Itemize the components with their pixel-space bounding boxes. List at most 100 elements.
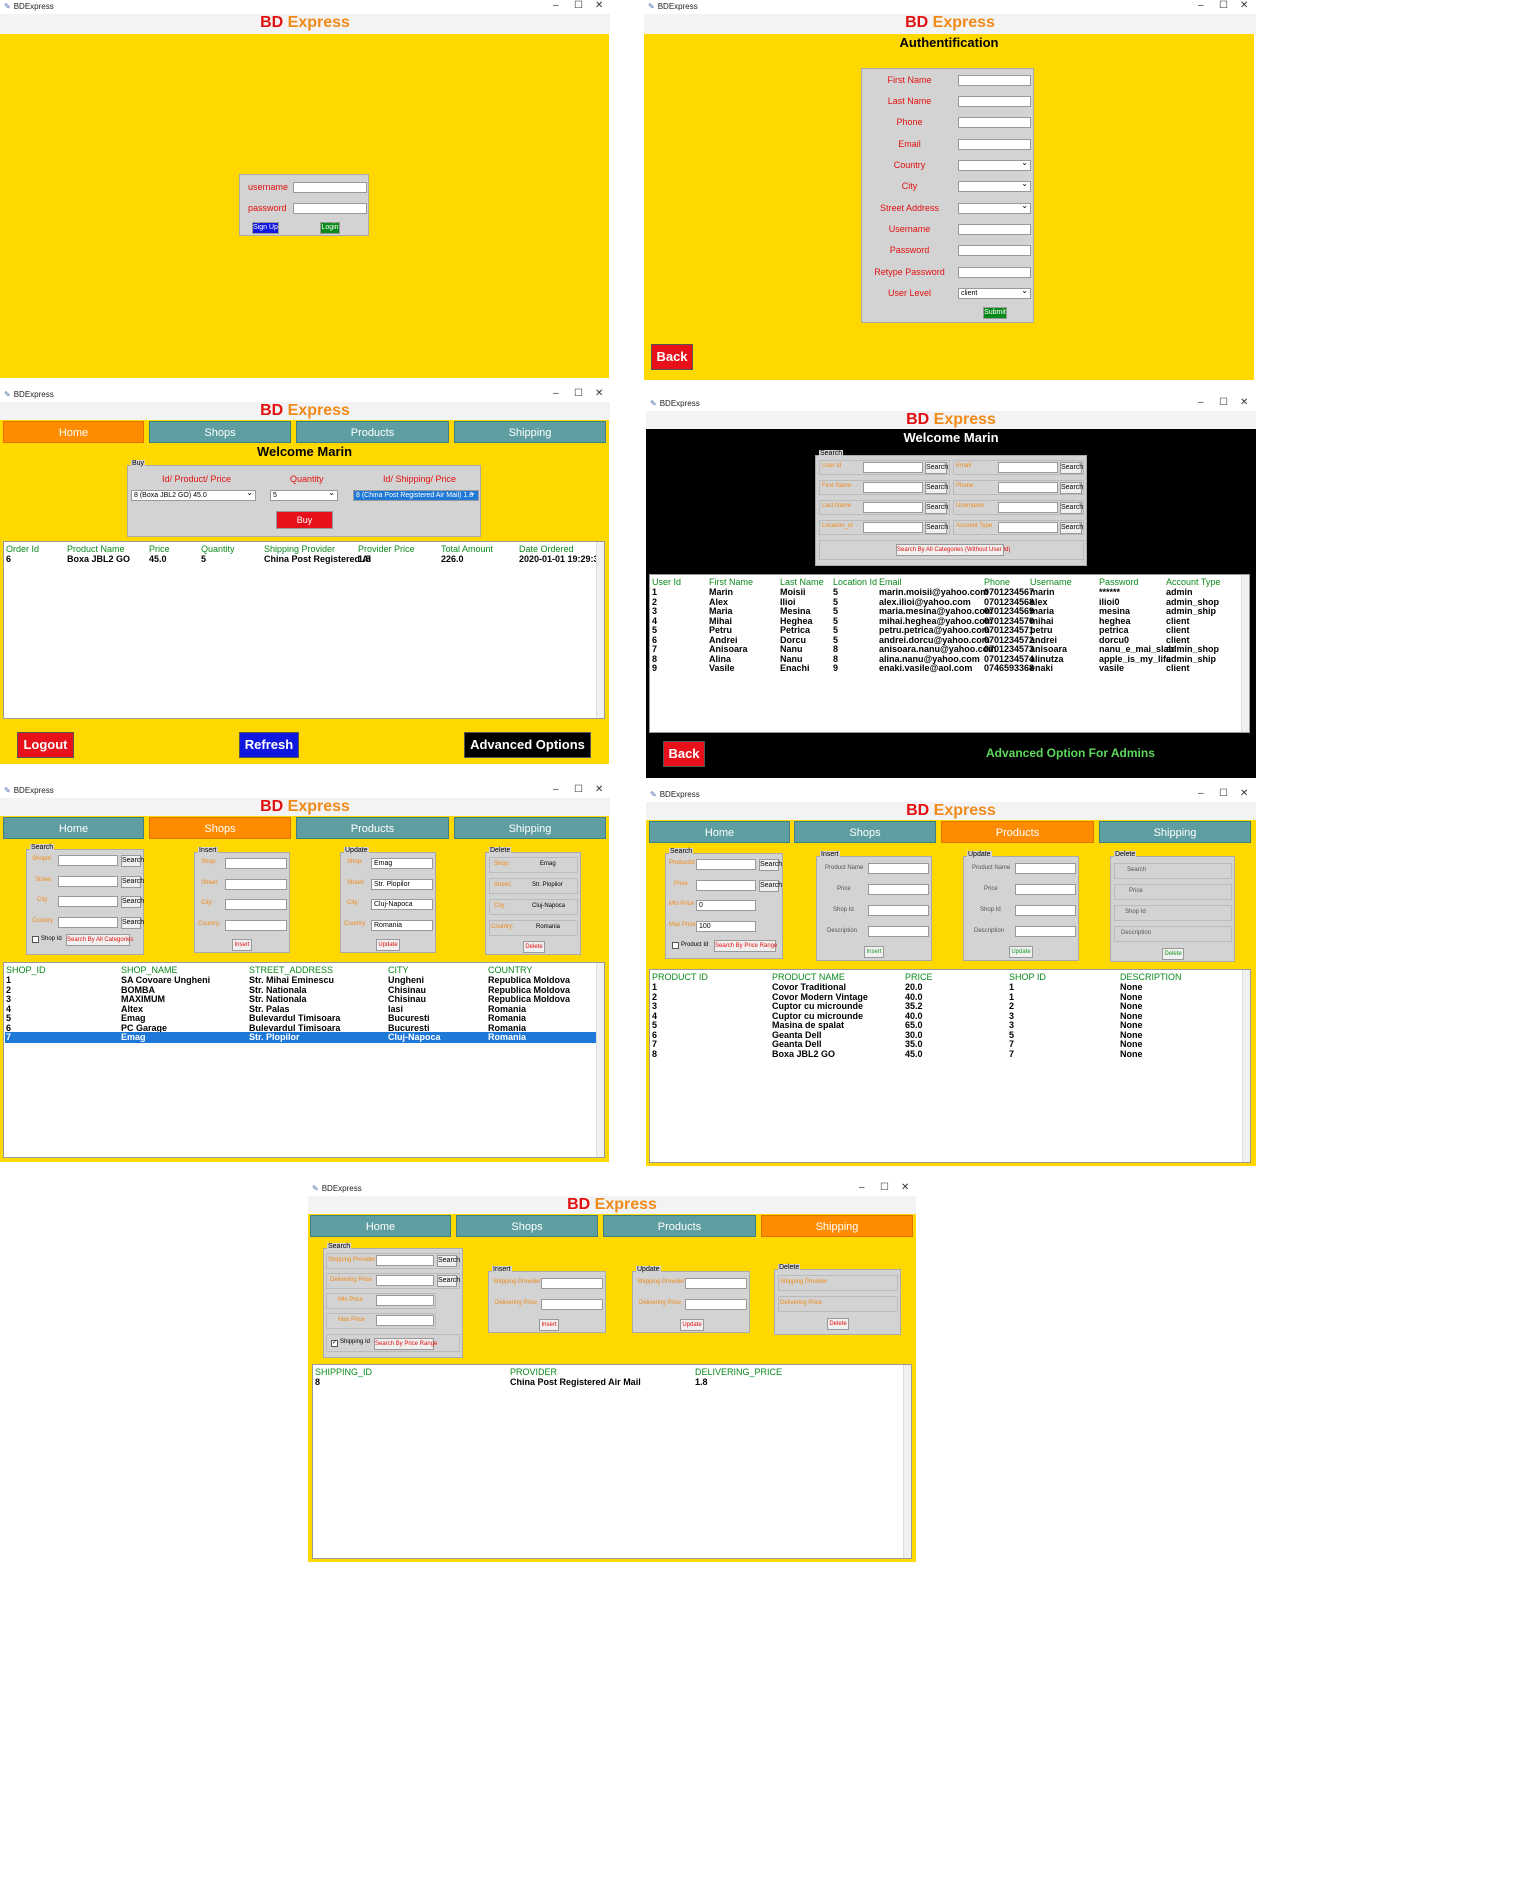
tab-shops[interactable]: Shops: [149, 817, 291, 839]
tab-shipping[interactable]: Shipping: [454, 817, 606, 839]
minimize-icon[interactable]: –: [553, 784, 559, 795]
close-icon[interactable]: ✕: [1240, 397, 1248, 408]
maximize-icon[interactable]: ☐: [880, 1182, 889, 1193]
scrollbar[interactable]: [596, 542, 604, 718]
search-button[interactable]: Search: [759, 859, 782, 871]
search-button[interactable]: Search: [1060, 482, 1083, 494]
tab-shipping[interactable]: Shipping: [1099, 821, 1251, 843]
minimize-icon[interactable]: –: [553, 388, 559, 399]
search-button[interactable]: Search: [1060, 522, 1083, 534]
username-input[interactable]: [958, 224, 1031, 235]
lastname-input[interactable]: [863, 502, 923, 513]
delivering-price-input[interactable]: [541, 1299, 603, 1310]
phone-input[interactable]: [958, 117, 1031, 128]
close-icon[interactable]: ✕: [1240, 788, 1248, 799]
shop-id-input[interactable]: [1015, 905, 1076, 916]
tab-home[interactable]: Home: [649, 821, 790, 843]
product-select[interactable]: 8 (Boxa JBL2 GO) 45.0: [131, 490, 256, 501]
street-select[interactable]: [958, 203, 1031, 214]
city-input[interactable]: [225, 899, 287, 910]
buy-button[interactable]: Buy: [276, 511, 333, 529]
search-button[interactable]: Search: [121, 876, 144, 888]
close-icon[interactable]: ✕: [901, 1182, 909, 1193]
phone-input[interactable]: [998, 482, 1058, 493]
minimize-icon[interactable]: –: [1198, 0, 1204, 11]
locationid-input[interactable]: [863, 522, 923, 533]
tab-products[interactable]: Products: [296, 817, 449, 839]
update-button[interactable]: Update: [680, 1319, 704, 1331]
close-icon[interactable]: ✕: [595, 388, 603, 399]
tab-home[interactable]: Home: [310, 1215, 451, 1237]
search-button[interactable]: Search: [759, 880, 782, 892]
city-input[interactable]: [58, 896, 118, 907]
tab-home[interactable]: Home: [3, 421, 144, 443]
country-input[interactable]: [225, 920, 287, 931]
maximize-icon[interactable]: ☐: [1219, 397, 1228, 408]
max-price-input[interactable]: [376, 1315, 434, 1326]
logout-button[interactable]: Logout: [17, 732, 74, 758]
delete-button[interactable]: Delete: [1162, 948, 1184, 960]
search-price-range-button[interactable]: Search By Price Range: [714, 940, 777, 952]
search-button[interactable]: Search: [1060, 502, 1083, 514]
search-button[interactable]: Search: [121, 896, 144, 908]
refresh-button[interactable]: Refresh: [239, 732, 299, 758]
firstname-input[interactable]: [958, 75, 1031, 86]
shipping-provider-input[interactable]: [541, 1278, 603, 1289]
productid-checkbox[interactable]: [672, 942, 679, 949]
city-select[interactable]: [958, 181, 1031, 192]
shop-name-input[interactable]: Emag: [371, 858, 433, 869]
maximize-icon[interactable]: ☐: [574, 0, 583, 11]
tab-shipping[interactable]: Shipping: [454, 421, 606, 443]
minimize-icon[interactable]: –: [1198, 788, 1204, 799]
tab-shops[interactable]: Shops: [149, 421, 291, 443]
tab-shipping[interactable]: Shipping: [761, 1215, 913, 1237]
country-input[interactable]: [58, 917, 118, 928]
minimize-icon[interactable]: –: [859, 1182, 865, 1193]
insert-button[interactable]: Insert: [864, 946, 884, 958]
search-button[interactable]: Search: [925, 482, 948, 494]
tab-shops[interactable]: Shops: [456, 1215, 598, 1237]
max-price-input[interactable]: 100: [696, 921, 756, 932]
minimize-icon[interactable]: –: [553, 0, 559, 11]
product-name-input[interactable]: [1015, 863, 1076, 874]
min-price-input[interactable]: 0: [696, 900, 756, 911]
close-icon[interactable]: ✕: [595, 784, 603, 795]
search-button[interactable]: Search: [437, 1275, 460, 1287]
close-icon[interactable]: ✕: [1240, 0, 1248, 11]
street-input[interactable]: [58, 876, 118, 887]
search-button[interactable]: Search: [437, 1255, 460, 1267]
username-input[interactable]: [293, 182, 367, 193]
productid-input[interactable]: [696, 859, 756, 870]
password-input[interactable]: [958, 245, 1031, 256]
signup-button[interactable]: Sign Up: [252, 222, 279, 234]
email-input[interactable]: [958, 139, 1031, 150]
tab-shops[interactable]: Shops: [794, 821, 936, 843]
min-price-input[interactable]: [376, 1295, 434, 1306]
street-input[interactable]: [225, 879, 287, 890]
shop-name-input[interactable]: [225, 858, 287, 869]
shopid-checkbox[interactable]: [32, 936, 39, 943]
search-button[interactable]: Search: [925, 462, 948, 474]
insert-button[interactable]: Insert: [232, 939, 252, 951]
userid-input[interactable]: [863, 462, 923, 473]
scrollbar[interactable]: [1242, 970, 1250, 1162]
country-input[interactable]: Romania: [371, 920, 433, 931]
search-button[interactable]: Search: [1060, 462, 1083, 474]
price-input[interactable]: [868, 884, 929, 895]
maximize-icon[interactable]: ☐: [574, 388, 583, 399]
retype-password-input[interactable]: [958, 267, 1031, 278]
username-input[interactable]: [998, 502, 1058, 513]
shippingid-checkbox[interactable]: ✓: [331, 1340, 338, 1347]
tab-products[interactable]: Products: [941, 821, 1094, 843]
delete-button[interactable]: Delete: [827, 1318, 849, 1330]
back-button[interactable]: Back: [663, 741, 705, 767]
scrollbar[interactable]: [903, 1365, 911, 1558]
maximize-icon[interactable]: ☐: [1219, 0, 1228, 11]
email-input[interactable]: [998, 462, 1058, 473]
update-button[interactable]: Update: [376, 939, 400, 951]
tab-products[interactable]: Products: [296, 421, 449, 443]
shipping-provider-input[interactable]: [685, 1278, 747, 1289]
country-select[interactable]: [958, 160, 1031, 171]
maximize-icon[interactable]: ☐: [1219, 788, 1228, 799]
price-input[interactable]: [1015, 884, 1076, 895]
